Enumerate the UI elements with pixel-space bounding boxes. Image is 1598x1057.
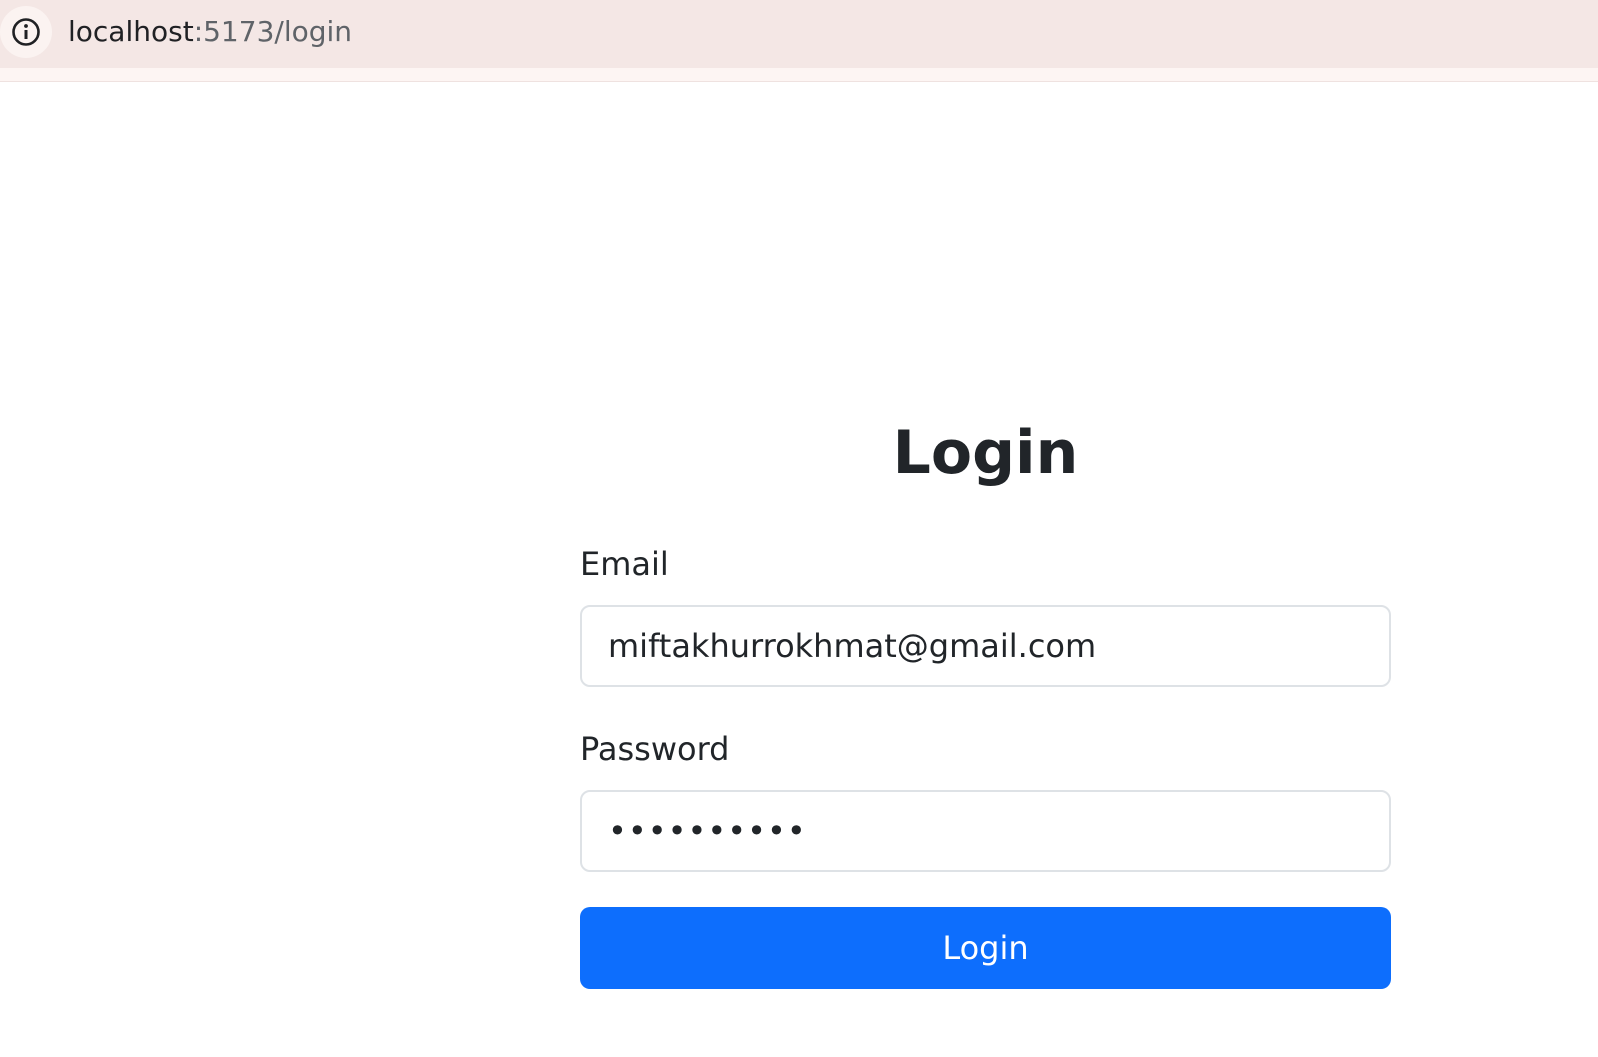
page-title: Login (892, 418, 1079, 488)
login-button[interactable]: Login (580, 907, 1391, 989)
url-path: :5173/login (193, 15, 353, 48)
info-icon (12, 18, 40, 46)
email-label: Email (580, 545, 669, 583)
browser-bar-divider (0, 68, 1598, 82)
password-label: Password (580, 730, 730, 768)
url-field[interactable]: localhost:5173/login (68, 14, 352, 50)
browser-address-bar: localhost:5173/login (0, 0, 1598, 68)
site-info-button[interactable] (0, 6, 52, 58)
url-host: localhost (68, 15, 194, 48)
password-field[interactable] (580, 790, 1391, 872)
email-field[interactable] (580, 605, 1391, 687)
